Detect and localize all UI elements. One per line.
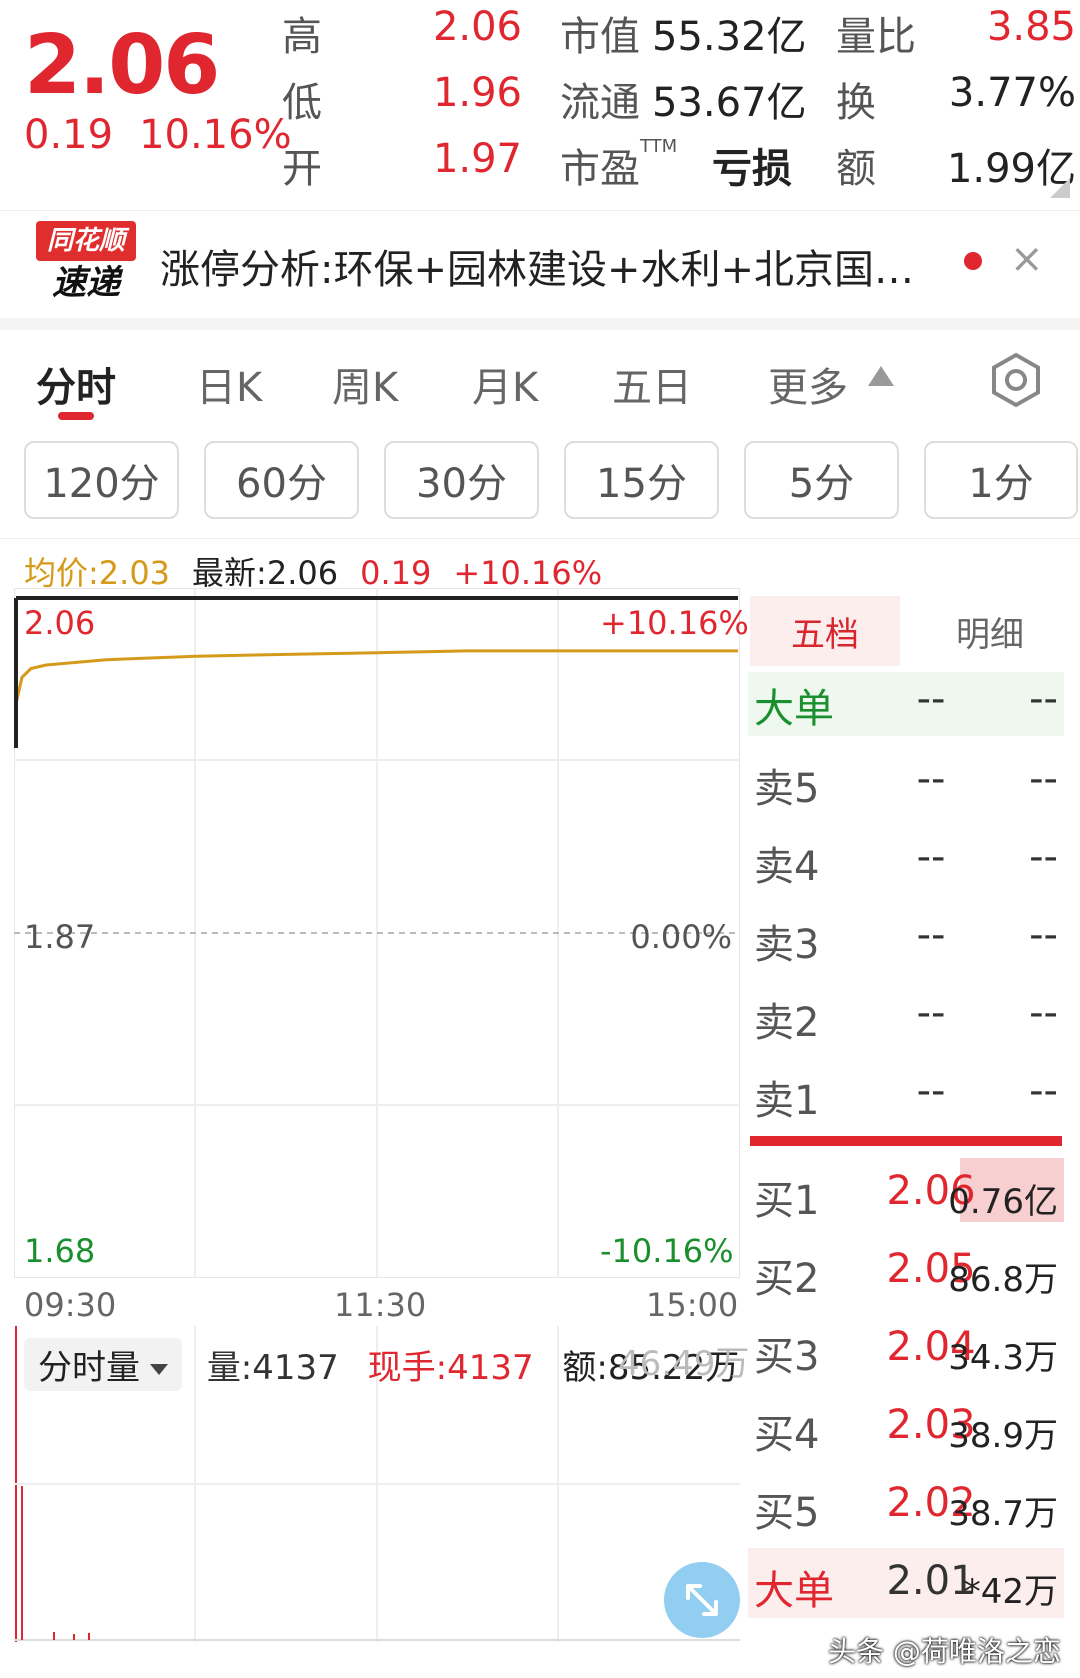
tab-five-day[interactable]: 五日 [612, 355, 692, 413]
buy-row: 买1 2.06 0.76亿 [748, 1158, 1064, 1232]
settings-icon[interactable] [988, 352, 1044, 408]
tab-monthly-k[interactable]: 月K [472, 355, 538, 413]
news-headline[interactable]: 涨停分析:环保+园林建设+水利+北京国资... [160, 237, 950, 295]
turnover-label: 换 [836, 80, 876, 126]
change-amount: 0.19 [24, 112, 114, 158]
info-change: 0.19 [360, 554, 432, 592]
volume-value: 量:4137 [206, 1348, 339, 1388]
news-logo: 同花顺 速递 [36, 221, 136, 305]
period-15m-button[interactable]: 15分 [564, 441, 719, 519]
last-price: 2.06 [24, 18, 220, 113]
latest-price: 最新:2.06 [192, 554, 339, 592]
time-tick: 09:30 [24, 1286, 117, 1324]
period-5m-button[interactable]: 5分 [744, 441, 899, 519]
avg-price: 均价:2.03 [24, 554, 171, 592]
low-label: 低 [282, 80, 322, 126]
news-close-icon[interactable]: × [1010, 236, 1044, 282]
market-cap-label: 市值 [560, 14, 640, 60]
chart-top-pct: +10.16% [600, 604, 749, 642]
caret-down-icon [150, 1364, 168, 1375]
divider [0, 538, 1080, 539]
fullscreen-button[interactable] [664, 1562, 740, 1638]
period-30m-button[interactable]: 30分 [384, 441, 539, 519]
price-change: 0.19 10.16% [24, 112, 292, 158]
tab-five-level[interactable]: 五档 [750, 596, 900, 666]
chart-mid-price: 1.87 [24, 918, 96, 956]
volume-ratio-label: 量比 [836, 14, 916, 60]
tab-more[interactable]: 更多 [768, 355, 848, 413]
big-buy-row: 大单 2.01 *42万 [748, 1548, 1064, 1618]
sell-row: 卖4 -- -- [754, 834, 1058, 890]
big-sell-row: 大单 -- -- [748, 672, 1064, 736]
buy-row: 买4 2.03 38.9万 [754, 1402, 1058, 1458]
period-1m-button[interactable]: 1分 [924, 441, 1078, 519]
high-value: 2.06 [432, 4, 522, 50]
overlapped-amount: 46.49万 [618, 1344, 750, 1384]
turnover-value: 3.77% [948, 70, 1076, 116]
news-bar[interactable]: 同花顺 速递 涨停分析:环保+园林建设+水利+北京国资... [0, 210, 1080, 320]
period-120m-button[interactable]: 120分 [24, 441, 179, 519]
volume-ratio-value: 3.85 [986, 4, 1076, 50]
divider [0, 318, 1080, 330]
low-value: 1.96 [432, 70, 522, 116]
time-tick: 11:30 [334, 1286, 427, 1324]
info-change-pct: +10.16% [453, 554, 603, 592]
buy-row: 买2 2.05 86.8万 [754, 1246, 1058, 1302]
expand-corner-icon[interactable] [1050, 178, 1070, 198]
expand-arrows-icon [686, 1584, 718, 1616]
sell-row: 卖1 -- -- [754, 1068, 1058, 1124]
active-tab-indicator [58, 412, 94, 420]
time-tick: 15:00 [646, 1286, 739, 1324]
watermark-text: 头条 @荷唯洛之恋 [828, 1635, 1061, 1668]
float-cap-value: 53.67亿 [652, 80, 807, 126]
caret-up-icon[interactable] [868, 366, 894, 386]
buy-row: 买5 2.02 38.7万 [754, 1480, 1058, 1536]
pe-value: 亏损 [712, 146, 792, 192]
sell-row: 卖3 -- -- [754, 912, 1058, 968]
period-60m-button[interactable]: 60分 [204, 441, 359, 519]
unread-dot-icon [964, 252, 982, 270]
sell-row: 卖2 -- -- [754, 990, 1058, 1046]
order-book-tabs: 五档 明细 [748, 596, 1064, 672]
pe-label: 市盈TTM [560, 136, 678, 192]
buy-row: 买3 2.04 34.3万 [754, 1324, 1058, 1380]
tab-weekly-k[interactable]: 周K [332, 355, 398, 413]
change-percent: 10.16% [139, 112, 292, 158]
chart-mid-pct: 0.00% [630, 918, 732, 956]
tab-intraday[interactable]: 分时 [36, 355, 116, 413]
float-cap-label: 流通 [560, 80, 640, 126]
bid-ask-divider [750, 1136, 1062, 1146]
open-label: 开 [282, 146, 322, 192]
volume-type-select[interactable]: 分时量 [24, 1338, 182, 1391]
sell-row: 卖5 -- -- [754, 756, 1058, 812]
chart-bottom-pct: -10.16% [600, 1232, 734, 1270]
current-hand-value: 现手:4137 [367, 1348, 534, 1388]
chart-top-price: 2.06 [24, 604, 96, 642]
high-label: 高 [282, 14, 322, 60]
tab-daily-k[interactable]: 日K [196, 355, 262, 413]
chart-bottom-price: 1.68 [24, 1232, 96, 1270]
market-cap-value: 55.32亿 [652, 14, 807, 60]
amount-label: 额 [836, 146, 876, 192]
open-value: 1.97 [432, 136, 522, 182]
order-book: 五档 明细 大单 -- -- 卖5 -- -- 卖4 -- -- 卖3 -- -- 卖2 --… [748, 596, 1064, 1618]
tab-detail[interactable]: 明细 [920, 596, 1060, 666]
